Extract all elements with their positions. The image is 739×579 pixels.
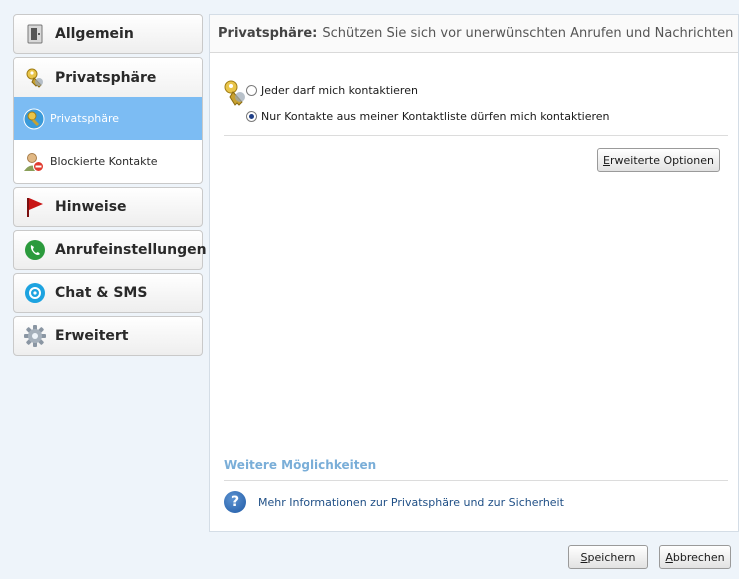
sidebar-item-label: Hinweise [55, 199, 127, 215]
blocked-user-icon [23, 151, 45, 173]
radio-label: Nur Kontakte aus meiner Kontaktliste dür… [261, 110, 610, 123]
privacy-info-link[interactable]: ? Mehr Informationen zur Privatsphäre un… [224, 491, 564, 513]
sidebar-subitem-label: Privatsphäre [50, 112, 120, 125]
sidebar-item-general[interactable]: Allgemein [13, 14, 203, 54]
radio-button[interactable] [246, 85, 257, 96]
divider [224, 480, 728, 481]
button-label: peichern [587, 550, 636, 564]
options-sidebar: Allgemein Privatsphäre Privatsphäre Bloc… [13, 14, 207, 359]
key-shield-icon [23, 108, 45, 130]
sidebar-group-privacy: Privatsphäre Privatsphäre Blockierte Kon… [13, 57, 203, 184]
link-text: Mehr Informationen zur Privatsphäre und … [258, 495, 564, 509]
sidebar-item-label: Chat & SMS [55, 285, 148, 301]
cancel-button[interactable]: Abbrechen [659, 545, 731, 569]
sidebar-item-privacy[interactable]: Privatsphäre [14, 58, 202, 97]
sidebar-item-label: Privatsphäre [55, 69, 157, 86]
radio-everyone[interactable]: Jeder darf mich kontaktieren [246, 84, 418, 97]
page-subtitle: Schützen Sie sich vor unerwünschten Anru… [322, 26, 734, 41]
panel-header: Privatsphäre: Schützen Sie sich vor uner… [210, 15, 738, 53]
gear-icon [24, 325, 46, 347]
privacy-settings-panel: Privatsphäre: Schützen Sie sich vor uner… [209, 14, 739, 532]
help-icon: ? [224, 491, 246, 513]
sidebar-subitem-privacy[interactable]: Privatsphäre [14, 97, 202, 140]
page-title: Privatsphäre: [218, 26, 318, 41]
advanced-options-button[interactable]: Erweiterte Optionen [597, 148, 720, 172]
button-label: bbrechen [672, 550, 725, 564]
more-options-title: Weitere Möglichkeiten [224, 458, 377, 472]
key-icon [24, 67, 46, 89]
key-icon [222, 79, 248, 107]
radio-contacts-only[interactable]: Nur Kontakte aus meiner Kontaktliste dür… [246, 110, 609, 123]
flag-icon [24, 196, 46, 218]
door-icon [24, 23, 46, 45]
button-label: rweiterte Optionen [609, 153, 714, 167]
radio-label: Jeder darf mich kontaktieren [261, 84, 418, 97]
access-key: A [665, 550, 673, 564]
sidebar-item-label: Erweitert [55, 328, 129, 344]
sidebar-item-chat-sms[interactable]: Chat & SMS [13, 273, 203, 313]
sidebar-subitem-blocked-contacts[interactable]: Blockierte Kontakte [14, 140, 202, 183]
sidebar-item-label: Anrufeinstellungen [55, 242, 207, 258]
sidebar-item-label: Allgemein [55, 26, 134, 42]
chat-icon [24, 282, 46, 304]
sidebar-item-advanced[interactable]: Erweitert [13, 316, 203, 356]
radio-button-checked[interactable] [246, 111, 257, 122]
sidebar-item-notifications[interactable]: Hinweise [13, 187, 203, 227]
access-key: S [580, 550, 588, 564]
divider [224, 135, 728, 136]
phone-icon [24, 239, 46, 261]
sidebar-item-call-settings[interactable]: Anrufeinstellungen [13, 230, 207, 270]
access-key: E [603, 153, 610, 167]
sidebar-subitem-label: Blockierte Kontakte [50, 155, 158, 168]
save-button[interactable]: Speichern [568, 545, 648, 569]
